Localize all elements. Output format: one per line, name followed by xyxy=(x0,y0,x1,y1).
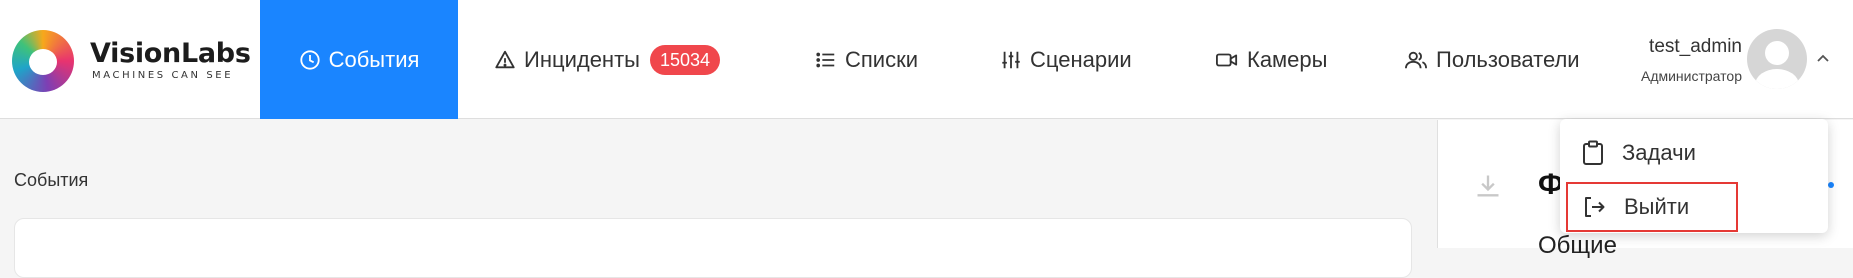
nav-item-events[interactable]: События xyxy=(260,0,458,119)
nav-item-label: Списки xyxy=(845,46,919,72)
nav-item-label: Сценарии xyxy=(1030,46,1132,72)
list-icon xyxy=(816,52,835,67)
incidents-count-badge: 15034 xyxy=(649,44,721,75)
section-title: События xyxy=(14,170,89,190)
logout-highlight-box xyxy=(1566,182,1738,232)
warning-icon xyxy=(495,50,515,68)
nav-item-label: Камеры xyxy=(1247,46,1328,72)
clock-icon xyxy=(299,49,320,70)
nav-item-label: Инциденты xyxy=(524,46,640,72)
events-card xyxy=(14,218,1412,278)
logo-title: VisionLabs xyxy=(90,38,251,69)
nav-item-scenarios[interactable]: Сценарии xyxy=(1000,0,1132,119)
sliders-icon xyxy=(1002,51,1020,68)
indicator-dot xyxy=(1828,182,1834,188)
events-main-panel: События xyxy=(0,120,1437,278)
avatar[interactable] xyxy=(1747,29,1807,89)
video-camera-icon xyxy=(1215,53,1238,66)
avatar-head xyxy=(1765,41,1789,65)
menu-item-label: Задачи xyxy=(1622,140,1696,165)
clipboard-icon xyxy=(1583,140,1603,165)
nav-item-cameras[interactable]: Камеры xyxy=(1215,0,1327,119)
user-role: Администратор xyxy=(1640,68,1742,84)
download-icon[interactable] xyxy=(1474,172,1502,200)
nav-item-label: Пользователи xyxy=(1436,46,1580,72)
user-info[interactable]: test_admin Администратор xyxy=(1634,36,1742,84)
logo-ring-icon xyxy=(12,30,74,92)
visionlabs-logo[interactable]: VisionLabs MACHINES CAN SEE xyxy=(12,28,258,92)
nav-item-lists[interactable]: Списки xyxy=(815,0,918,119)
avatar-body xyxy=(1755,69,1799,89)
side-panel-subheading: Общие xyxy=(1538,232,1617,259)
user-name: test_admin xyxy=(1649,36,1742,57)
users-icon xyxy=(1405,51,1427,68)
top-navigation-bar: VisionLabs MACHINES CAN SEE События Инци… xyxy=(0,0,1853,119)
menu-item-tasks[interactable]: Задачи xyxy=(1560,128,1828,178)
nav-item-users[interactable]: Пользователи xyxy=(1404,0,1580,119)
nav-item-incidents[interactable]: Инциденты 15034 xyxy=(494,0,721,119)
chevron-up-icon[interactable] xyxy=(1815,50,1831,66)
nav-item-label: События xyxy=(328,46,420,72)
logo-subtitle: MACHINES CAN SEE xyxy=(92,70,234,81)
